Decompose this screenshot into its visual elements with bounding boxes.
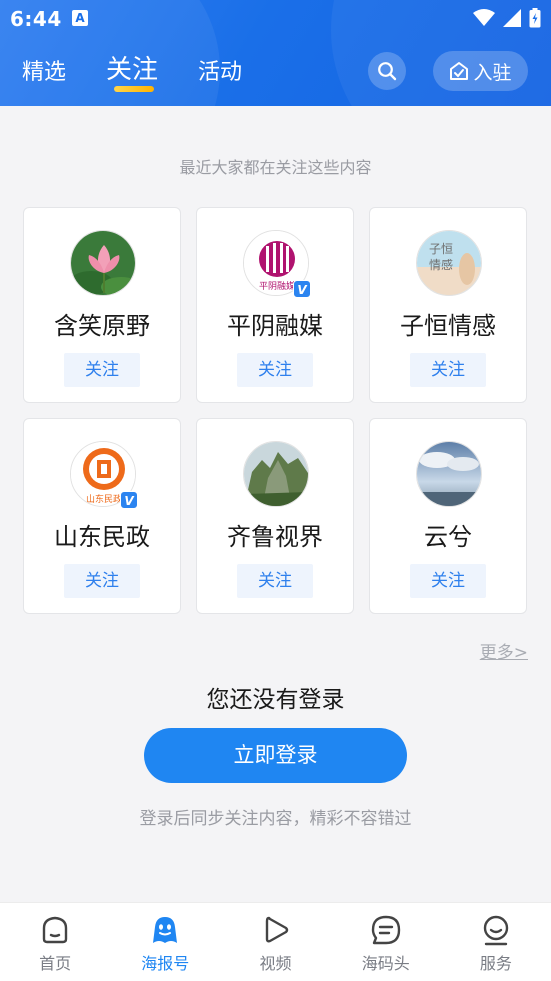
nav-item-home[interactable]: 首页 (0, 903, 110, 981)
home-icon (42, 916, 68, 944)
top-header: 6:44 A 精选 关注 活动 入驻 (0, 0, 551, 106)
avatar: 子恒 情感 (416, 230, 482, 296)
nav-label: 服务 (479, 954, 512, 973)
header-tabs: 精选 关注 活动 (22, 52, 282, 92)
avatar (416, 441, 482, 507)
tab-label: 活动 (198, 60, 243, 85)
nav-label: 海报号 (141, 954, 190, 973)
follow-button[interactable]: 关注 (237, 564, 313, 598)
join-icon (450, 62, 469, 80)
status-bar: 6:44 A (0, 0, 551, 36)
login-hint: 登录后同步关注内容，精彩不容错过 (139, 809, 412, 829)
status-icons (473, 8, 541, 28)
account-name: 山东民政 (54, 523, 150, 551)
nav-item-haimatou[interactable]: 海码头 (331, 903, 441, 981)
recommend-hint: 最近大家都在关注这些内容 (179, 158, 372, 177)
account-name: 齐鲁视界 (227, 523, 323, 551)
join-button[interactable]: 入驻 (433, 51, 528, 91)
nav-label: 海码头 (361, 954, 410, 973)
follow-button[interactable]: 关注 (237, 353, 313, 387)
search-icon (378, 62, 397, 81)
mascot-icon (153, 917, 178, 943)
play-icon (265, 916, 288, 943)
logo-text: 平阴融媒 (259, 281, 295, 292)
lotus-avatar-image (71, 231, 135, 295)
sky-avatar-image (417, 442, 481, 506)
chat-icon (371, 915, 400, 945)
tab-activities[interactable]: 活动 (198, 54, 242, 92)
tab-label: 精选 (22, 60, 67, 85)
join-label: 入驻 (473, 61, 512, 84)
svg-text:子恒: 子恒 (429, 242, 453, 256)
account-card[interactable]: 齐鲁视界 关注 (196, 418, 354, 614)
login-title: 您还没有登录 (206, 687, 345, 713)
account-name: 子恒情感 (400, 312, 496, 340)
account-card[interactable]: 子恒 情感 子恒情感 关注 (369, 207, 527, 403)
verified-badge-icon: V (120, 491, 138, 509)
nav-label: 首页 (39, 954, 72, 973)
verified-badge-icon: V (293, 280, 311, 298)
avatar (243, 441, 309, 507)
service-icon (483, 915, 509, 946)
more-link[interactable]: 更多> (480, 638, 528, 663)
signal-icon (503, 9, 521, 27)
tab-following[interactable]: 关注 (106, 49, 158, 92)
bottom-nav: 首页 海报号 视频 海码头 服务 (0, 902, 551, 981)
tab-label: 关注 (106, 55, 159, 85)
follow-button[interactable]: 关注 (64, 353, 140, 387)
follow-button[interactable]: 关注 (410, 353, 486, 387)
ziheng-avatar-image: 子恒 情感 (417, 231, 481, 295)
nav-item-service[interactable]: 服务 (441, 903, 551, 981)
account-card[interactable]: 含笑原野 关注 (23, 207, 181, 403)
nav-label: 视频 (259, 954, 292, 973)
wifi-icon (473, 9, 495, 26)
login-button[interactable]: 立即登录 (144, 728, 407, 783)
logo-text: 山东民政 (86, 493, 122, 505)
svg-text:情感: 情感 (429, 257, 453, 272)
nav-item-video[interactable]: 视频 (220, 903, 330, 981)
follow-button[interactable]: 关注 (64, 564, 140, 598)
account-card[interactable]: 云兮 关注 (369, 418, 527, 614)
search-button[interactable] (368, 52, 406, 90)
notification-icon: A (72, 10, 88, 26)
active-tab-indicator (114, 86, 155, 92)
tab-featured[interactable]: 精选 (22, 54, 66, 92)
account-name: 平阴融媒 (227, 312, 323, 340)
avatar (70, 230, 136, 296)
mountain-avatar-image (244, 442, 308, 506)
follow-button[interactable]: 关注 (410, 564, 486, 598)
account-card[interactable]: 平阴融媒 V 平阴融媒 关注 (196, 207, 354, 403)
account-card[interactable]: 山东民政 V 山东民政 关注 (23, 418, 181, 614)
account-name: 含笑原野 (54, 312, 150, 340)
battery-icon (529, 8, 541, 28)
account-name: 云兮 (424, 523, 472, 551)
status-time: 6:44 (10, 7, 62, 31)
main-content: 最近大家都在关注这些内容 含笑原野 关注 平阴融媒 V 平阴融媒 关注 子恒 情… (0, 106, 551, 902)
nav-item-haibaohao[interactable]: 海报号 (110, 903, 220, 981)
